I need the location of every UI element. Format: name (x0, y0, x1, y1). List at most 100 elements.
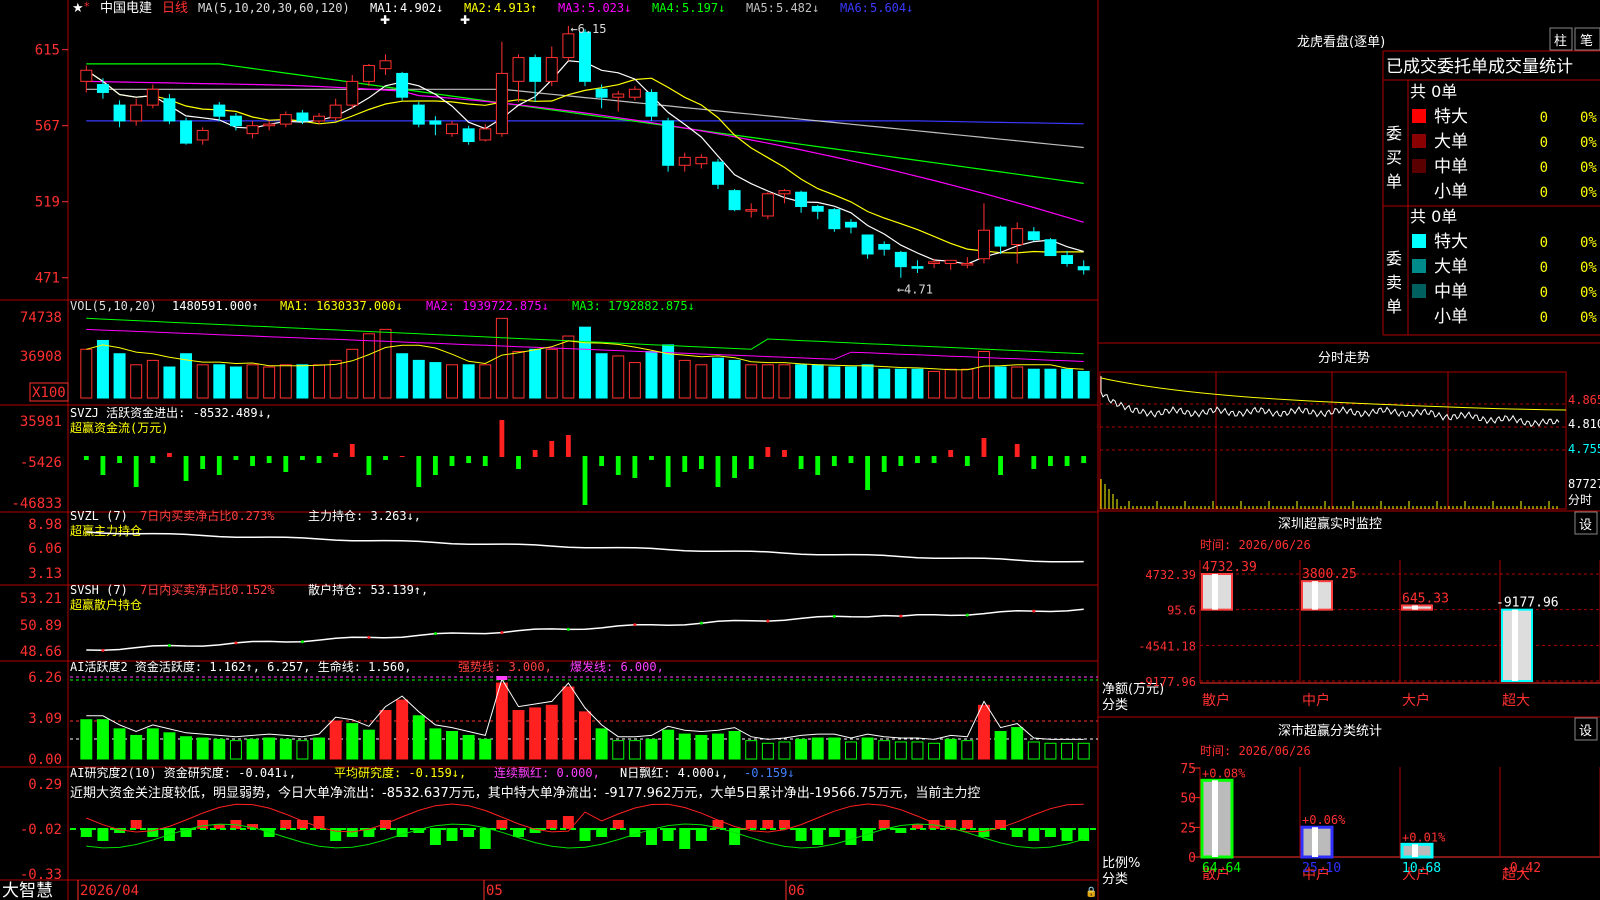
volume-bar[interactable] (778, 364, 791, 399)
volume-bar[interactable] (296, 364, 309, 399)
candle-body[interactable] (745, 209, 758, 212)
activity-bar[interactable] (213, 738, 226, 760)
volume-bar[interactable] (213, 364, 226, 399)
fundflow-bar[interactable] (532, 450, 538, 457)
fundflow-bar[interactable] (133, 456, 139, 487)
fundflow-bar[interactable] (981, 438, 987, 457)
activity-bar[interactable] (1011, 727, 1024, 760)
fundflow-bar[interactable] (432, 456, 438, 475)
fundflow-bar[interactable] (299, 456, 305, 460)
candle-body[interactable] (579, 31, 591, 82)
fundflow-bar[interactable] (499, 420, 505, 457)
fundflow-bar[interactable] (216, 456, 222, 475)
candle-body[interactable] (678, 156, 691, 166)
research-bar[interactable] (496, 820, 508, 829)
volume-bar[interactable] (811, 364, 824, 399)
period-label[interactable]: 日线 (162, 1, 188, 16)
volume-bar[interactable] (612, 355, 625, 399)
activity-bar[interactable] (628, 740, 641, 760)
candle-body[interactable] (462, 128, 475, 143)
fundflow-bar[interactable] (250, 456, 255, 466)
volume-bar[interactable] (861, 364, 874, 399)
fundflow-bar[interactable] (100, 456, 106, 475)
candle-body[interactable] (1044, 239, 1057, 257)
price-chart[interactable]: ←6.15 ←4.71 ✚ ✚ (80, 13, 1090, 297)
volume-bar[interactable] (1061, 368, 1074, 399)
intraday-chart[interactable]: 4.865 4.810 4.755 87727 分时 (1099, 371, 1600, 510)
volume-bar[interactable] (479, 364, 492, 399)
volume-bar[interactable] (263, 366, 276, 399)
fundflow-bar[interactable] (665, 456, 671, 487)
candle-body[interactable] (246, 125, 259, 135)
fundflow-bar[interactable] (416, 456, 422, 487)
fundflow-bar[interactable] (549, 441, 555, 457)
fundflow-bar[interactable] (200, 456, 206, 469)
volume-bar[interactable] (80, 348, 93, 399)
candle-body[interactable] (279, 114, 292, 125)
activity-bar[interactable] (313, 737, 326, 760)
candle-body[interactable] (130, 104, 143, 122)
activity-bar[interactable] (113, 728, 126, 760)
candle-body[interactable] (429, 120, 442, 125)
fundflow-bar[interactable] (798, 456, 804, 469)
activity-bar[interactable] (579, 711, 591, 760)
activity-bar[interactable] (1061, 742, 1074, 760)
activity-bar[interactable] (745, 740, 758, 760)
activity-bar[interactable] (961, 740, 974, 760)
volume-bar[interactable] (761, 364, 774, 399)
research-bar[interactable] (762, 820, 774, 829)
activity-bar[interactable] (1027, 741, 1040, 760)
volume-bar[interactable] (313, 364, 326, 399)
activity-bar[interactable] (396, 699, 409, 760)
activity-bar[interactable] (146, 728, 159, 760)
volume-bar[interactable] (362, 333, 375, 399)
candle-body[interactable] (412, 104, 425, 125)
activity-bar[interactable] (728, 730, 741, 760)
fundflow-bar[interactable] (482, 456, 488, 466)
fundflow-bar[interactable] (782, 450, 787, 457)
volume-bar[interactable] (878, 368, 891, 399)
fundflow-bar[interactable] (349, 444, 355, 457)
volume-bar[interactable] (146, 359, 159, 399)
research-bar[interactable] (380, 820, 392, 829)
volume-bar[interactable] (961, 368, 974, 399)
volume-bar[interactable] (894, 368, 907, 399)
candle-body[interactable] (512, 57, 525, 82)
volume-bar[interactable] (512, 351, 525, 399)
candle-body[interactable] (761, 193, 774, 217)
activity-bar[interactable] (795, 738, 808, 760)
candle-body[interactable] (113, 104, 126, 122)
activity-bar[interactable] (878, 740, 891, 760)
fundflow-bar[interactable] (915, 456, 920, 463)
activity-bar[interactable] (861, 737, 874, 760)
activity-bar[interactable] (379, 710, 392, 760)
volume-bar[interactable] (196, 364, 209, 399)
candle-body[interactable] (213, 104, 226, 117)
candle-body[interactable] (313, 115, 326, 122)
research-bar[interactable] (429, 828, 441, 845)
activity-bar[interactable] (612, 740, 625, 760)
candle-body[interactable] (728, 190, 741, 211)
research-bar[interactable] (280, 820, 292, 829)
fundflow-bar[interactable] (582, 456, 588, 505)
fundflow-bar[interactable] (931, 456, 937, 463)
candle-body[interactable] (296, 112, 309, 122)
volume-bar[interactable] (429, 362, 442, 399)
fundflow-bar[interactable] (1031, 456, 1037, 469)
tick-tab-label[interactable]: 笔 (1580, 33, 1593, 49)
volume-bar[interactable] (279, 364, 292, 399)
volume-bar[interactable] (545, 348, 558, 399)
activity-bar[interactable] (562, 686, 575, 760)
activity-bar[interactable] (196, 737, 209, 760)
candle-body[interactable] (662, 120, 675, 166)
volume-bar[interactable] (1077, 370, 1090, 399)
activity-bar[interactable] (495, 682, 508, 760)
fundflow-bar[interactable] (1064, 456, 1070, 466)
candle-body[interactable] (329, 104, 342, 119)
activity-bar[interactable] (180, 736, 193, 760)
candle-body[interactable] (1061, 255, 1074, 264)
research-bar[interactable] (546, 820, 558, 829)
volume-bar[interactable] (96, 339, 109, 399)
fundflow-bar[interactable] (698, 456, 704, 469)
volume-bar[interactable] (329, 359, 342, 399)
